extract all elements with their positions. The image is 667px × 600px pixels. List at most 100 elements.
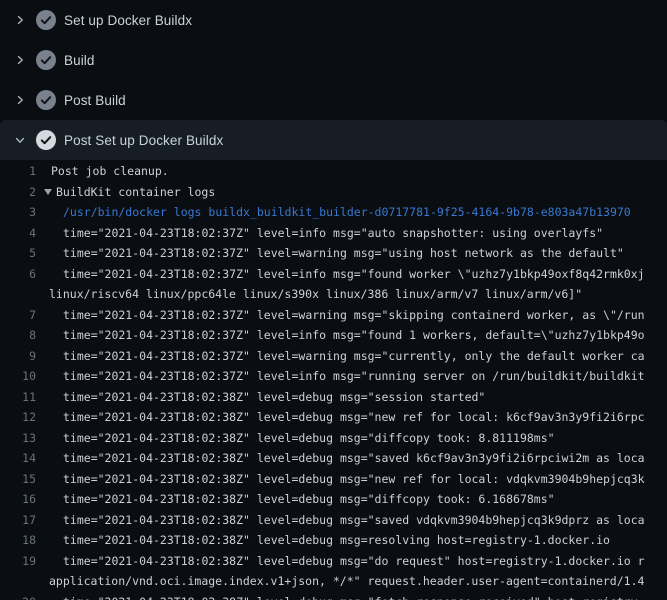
log-line: 5 time="2021-04-23T18:02:37Z" level=warn… [0, 243, 667, 264]
log-text: time="2021-04-23T18:02:37Z" level=warnin… [36, 243, 667, 264]
log-text: time="2021-04-23T18:02:38Z" level=debug … [36, 428, 667, 449]
line-number[interactable]: 17 [0, 510, 36, 531]
log-text: time="2021-04-23T18:02:38Z" level=debug … [36, 510, 667, 531]
log-text-content: time="2021-04-23T18:02:37Z" level=warnin… [63, 349, 645, 363]
log-text: BuildKit container logs [36, 182, 667, 203]
log-text: time="2021-04-23T18:02:38Z" level=debug … [36, 469, 667, 490]
log-text: linux/riscv64 linux/ppc64le linux/s390x … [36, 284, 667, 305]
log-text: time="2021-04-23T18:02:38Z" level=debug … [36, 387, 667, 408]
log-line: 9 time="2021-04-23T18:02:37Z" level=warn… [0, 346, 667, 367]
chevron-down-icon[interactable] [12, 132, 28, 148]
line-number[interactable]: 9 [0, 346, 36, 367]
log-text: time="2021-04-23T18:02:38Z" level=debug … [36, 551, 667, 572]
log-text-content: time="2021-04-23T18:02:38Z" level=debug … [63, 410, 645, 424]
log-text-content: time="2021-04-23T18:02:38Z" level=debug … [63, 451, 645, 465]
log-line: 7 time="2021-04-23T18:02:37Z" level=warn… [0, 305, 667, 326]
line-number[interactable]: 8 [0, 325, 36, 346]
chevron-right-icon[interactable] [12, 52, 28, 68]
log-text-content: Post job cleanup. [51, 164, 169, 178]
line-number[interactable] [0, 284, 36, 305]
chevron-right-icon[interactable] [12, 12, 28, 28]
log-text: time="2021-04-23T18:02:37Z" level=info m… [36, 223, 667, 244]
log-text-content: time="2021-04-23T18:02:37Z" level=warnin… [63, 246, 624, 260]
log-text-content: time="2021-04-23T18:02:37Z" level=info m… [63, 226, 603, 240]
chevron-right-icon[interactable] [12, 92, 28, 108]
log-line: 12 time="2021-04-23T18:02:38Z" level=deb… [0, 407, 667, 428]
line-number[interactable]: 20 [0, 592, 36, 600]
line-number[interactable]: 10 [0, 366, 36, 387]
check-circle-icon [36, 50, 56, 70]
log-line: application/vnd.oci.image.index.v1+json,… [0, 571, 667, 592]
group-toggle-icon[interactable] [44, 189, 52, 195]
log-line: 3 /usr/bin/docker logs buildx_buildkit_b… [0, 202, 667, 223]
log-text: time="2021-04-23T18:02:38Z" level=debug … [36, 530, 667, 551]
step-header-1[interactable]: Set up Docker Buildx [0, 0, 667, 40]
check-circle-icon [36, 10, 56, 30]
log-text-content: time="2021-04-23T18:02:37Z" level=warnin… [63, 308, 645, 322]
log-line: 18 time="2021-04-23T18:02:38Z" level=deb… [0, 530, 667, 551]
log-line: linux/riscv64 linux/ppc64le linux/s390x … [0, 284, 667, 305]
line-number[interactable]: 3 [0, 202, 36, 223]
log-line: 14 time="2021-04-23T18:02:38Z" level=deb… [0, 448, 667, 469]
line-number[interactable]: 18 [0, 530, 36, 551]
line-number[interactable]: 13 [0, 428, 36, 449]
log-text: Post job cleanup. [36, 161, 667, 182]
step-title: Post Set up Docker Buildx [64, 133, 223, 148]
line-number[interactable]: 16 [0, 489, 36, 510]
log-text: application/vnd.oci.image.index.v1+json,… [36, 571, 667, 592]
log-line[interactable]: 2 BuildKit container logs [0, 182, 667, 203]
log-line: 8 time="2021-04-23T18:02:37Z" level=info… [0, 325, 667, 346]
log-line: 19 time="2021-04-23T18:02:38Z" level=deb… [0, 551, 667, 572]
log-text-content: time="2021-04-23T18:02:38Z" level=debug … [63, 533, 610, 547]
step-title: Set up Docker Buildx [64, 13, 192, 28]
log-line: 1 Post job cleanup. [0, 161, 667, 182]
log-text-content: linux/riscv64 linux/ppc64le linux/s390x … [49, 287, 582, 301]
log-text-content: time="2021-04-23T18:02:38Z" level=debug … [63, 472, 645, 486]
step-title: Post Build [64, 93, 126, 108]
log-line: 6 time="2021-04-23T18:02:37Z" level=info… [0, 264, 667, 285]
step-title: Build [64, 53, 95, 68]
log-text-content: application/vnd.oci.image.index.v1+json,… [49, 574, 644, 588]
log-text-content: time="2021-04-23T18:02:38Z" level=debug … [63, 554, 645, 568]
check-circle-icon [36, 130, 56, 150]
line-number[interactable]: 19 [0, 551, 36, 572]
line-number[interactable]: 11 [0, 387, 36, 408]
log-text: time="2021-04-23T18:02:38Z" level=debug … [36, 448, 667, 469]
log-text: time="2021-04-23T18:02:38Z" level=debug … [36, 592, 667, 600]
step-header-3[interactable]: Post Build [0, 80, 667, 120]
log-line: 15 time="2021-04-23T18:02:38Z" level=deb… [0, 469, 667, 490]
check-circle-icon [36, 90, 56, 110]
line-number[interactable]: 12 [0, 407, 36, 428]
log-text-content: BuildKit container logs [56, 182, 215, 203]
log-line: 11 time="2021-04-23T18:02:38Z" level=deb… [0, 387, 667, 408]
line-number[interactable]: 4 [0, 223, 36, 244]
log-line: 20 time="2021-04-23T18:02:38Z" level=deb… [0, 592, 667, 600]
log-line: 10 time="2021-04-23T18:02:37Z" level=inf… [0, 366, 667, 387]
step-header-4[interactable]: Post Set up Docker Buildx [0, 120, 667, 160]
log-text: time="2021-04-23T18:02:37Z" level=warnin… [36, 346, 667, 367]
log-line: 13 time="2021-04-23T18:02:38Z" level=deb… [0, 428, 667, 449]
log-text-content: time="2021-04-23T18:02:37Z" level=info m… [63, 328, 645, 342]
line-number[interactable]: 7 [0, 305, 36, 326]
log-text: time="2021-04-23T18:02:37Z" level=info m… [36, 264, 667, 285]
log-text-content: /usr/bin/docker logs buildx_buildkit_bui… [63, 205, 631, 219]
line-number[interactable]: 6 [0, 264, 36, 285]
line-number[interactable]: 1 [0, 161, 36, 182]
line-number[interactable]: 2 [0, 182, 36, 203]
log-text-content: time="2021-04-23T18:02:37Z" level=info m… [63, 267, 645, 281]
step-header-2[interactable]: Build [0, 40, 667, 80]
log-text: time="2021-04-23T18:02:37Z" level=info m… [36, 366, 667, 387]
line-number[interactable]: 14 [0, 448, 36, 469]
line-number[interactable]: 5 [0, 243, 36, 264]
log-output: 1 Post job cleanup. 2 BuildKit container… [0, 160, 667, 600]
line-number[interactable]: 15 [0, 469, 36, 490]
log-text-content: time="2021-04-23T18:02:37Z" level=info m… [63, 369, 645, 383]
log-text: /usr/bin/docker logs buildx_buildkit_bui… [36, 202, 667, 223]
line-number[interactable] [0, 571, 36, 592]
log-text: time="2021-04-23T18:02:37Z" level=warnin… [36, 305, 667, 326]
log-text-content: time="2021-04-23T18:02:38Z" level=debug … [63, 431, 555, 445]
log-line: 4 time="2021-04-23T18:02:37Z" level=info… [0, 223, 667, 244]
log-text-content: time="2021-04-23T18:02:38Z" level=debug … [63, 492, 555, 506]
steps-list: Set up Docker Buildx Build P [0, 0, 667, 160]
workflow-log-viewer: Set up Docker Buildx Build P [0, 0, 667, 600]
